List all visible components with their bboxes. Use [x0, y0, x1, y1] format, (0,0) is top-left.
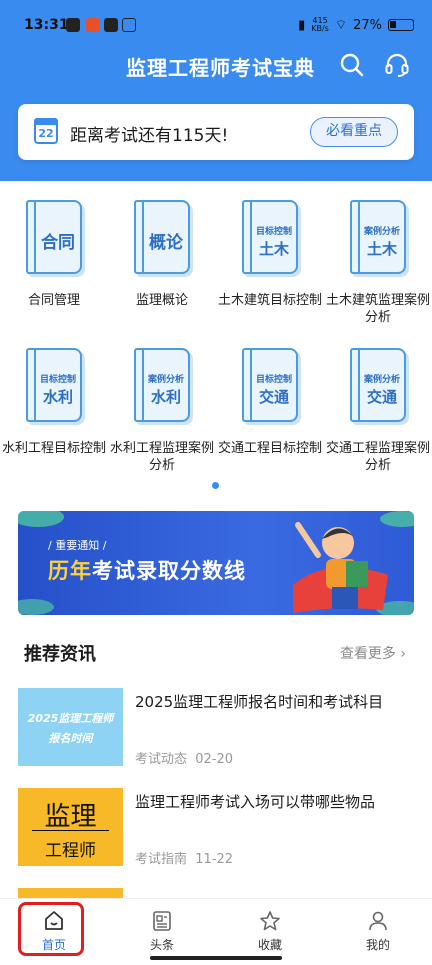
news-title: 监理工程师考试入场可以带哪些物品: [135, 793, 376, 811]
wifi-icon: ⌔: [334, 18, 348, 33]
tab-profile[interactable]: 我的: [324, 899, 432, 965]
book-icon: 目标控制 水利: [26, 348, 82, 422]
countdown-text: 距离考试还有115天!: [70, 126, 229, 146]
app-notification-icon: [66, 18, 80, 32]
subject-label: 交通工程目标控制: [217, 441, 322, 456]
home-indicator: [150, 956, 282, 960]
app-notification-icon: [86, 18, 100, 32]
score-line-banner[interactable]: / 重要通知 / 历年考试录取分数线: [18, 511, 414, 615]
battery-icon: [388, 19, 414, 31]
subject-label: 土木建筑监理案例分析: [325, 293, 430, 325]
book-icon: 案例分析 水利: [134, 348, 190, 422]
student-illustration-icon: [293, 522, 388, 613]
battery-percent: 27%: [353, 17, 382, 33]
news-title: 2025监理工程师报名时间和考试科目: [135, 693, 384, 711]
news-item[interactable]: 2025监理工程师 报名时间 2025监理工程师报名时间和考试科目 考试动态 0…: [18, 688, 414, 768]
app-title: 监理工程师考试宝典: [126, 56, 315, 80]
calendar-icon: 22: [34, 118, 58, 144]
subject-label: 土木建筑目标控制: [217, 293, 322, 308]
book-icon: 目标控制 交通: [242, 348, 298, 422]
app-notification-icon: [122, 18, 136, 32]
vibrate-icon: ▮: [298, 17, 306, 33]
search-icon[interactable]: [339, 52, 365, 78]
status-bar: 13:31 ▮ 415 KB/s ⌔ 27%: [0, 0, 432, 50]
news-meta: 考试动态 02-20: [135, 752, 234, 767]
book-icon: 案例分析 交通: [350, 348, 406, 422]
book-icon: 目标控制 土木: [242, 200, 298, 274]
book-icon: 概论: [134, 200, 190, 274]
book-icon: 合同: [26, 200, 82, 274]
video-notification-icon: [104, 18, 118, 32]
person-icon: [369, 911, 387, 931]
banner-title: 历年考试录取分数线: [48, 559, 246, 583]
key-points-button[interactable]: 必看重点: [310, 117, 398, 147]
news-thumbnail: 监理 工程师: [18, 788, 123, 866]
book-icon: 案例分析 土木: [350, 200, 406, 274]
news-item[interactable]: 监理 工程师 监理工程师考试入场可以带哪些物品 考试指南 11-22: [18, 788, 414, 868]
status-time: 13:31: [24, 17, 69, 33]
headset-icon[interactable]: [384, 52, 410, 78]
subject-label: 交通工程监理案例分析: [325, 441, 430, 473]
chevron-right-icon: ›: [400, 646, 406, 662]
subject-label: 水利工程监理案例分析: [109, 441, 214, 473]
section-title: 推荐资讯: [24, 644, 96, 665]
news-thumbnail: 2025监理工程师 报名时间: [18, 688, 123, 766]
exam-countdown-card: 22 距离考试还有115天! 必看重点: [18, 104, 414, 160]
star-icon: [260, 911, 280, 931]
subject-label: 合同管理: [27, 293, 80, 308]
subject-label: 监理概论: [135, 293, 188, 308]
subject-label: 水利工程目标控制: [1, 441, 106, 456]
news-thumbnail-partial: [18, 888, 123, 898]
news-icon: [153, 911, 171, 931]
highlight-annotation-box: [18, 902, 84, 956]
view-more-link[interactable]: 查看更多 ›: [340, 643, 406, 663]
net-speed-unit: KB/s: [311, 24, 329, 33]
news-meta: 考试指南 11-22: [135, 852, 234, 867]
banner-notice: / 重要通知 /: [48, 539, 107, 552]
page-indicator-dot: [212, 482, 219, 489]
